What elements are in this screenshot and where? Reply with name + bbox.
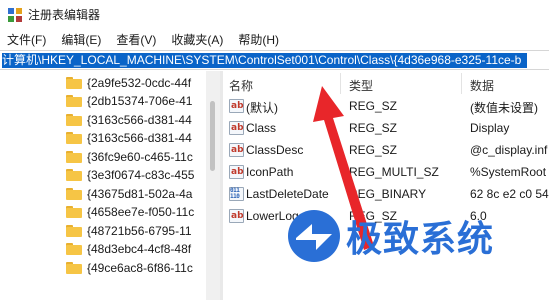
tree-item[interactable]: {2a9fe532-0cdc-44f (48, 74, 191, 92)
column-header-type[interactable]: 类型 (349, 77, 373, 94)
value-type: REG_MULTI_SZ (349, 165, 439, 179)
menu-help[interactable]: 帮助(H) (238, 31, 279, 48)
folder-icon (66, 188, 82, 200)
tree-item-label: {2db15374-706e-41 (87, 94, 193, 108)
value-name: LastDeleteDate (246, 187, 329, 201)
registry-editor-icon (8, 7, 22, 22)
menu-bar: 文件(F) 编辑(E) 查看(V) 收藏夹(A) 帮助(H) (0, 29, 549, 49)
tree-scrollbar[interactable] (206, 71, 220, 300)
value-name: Class (246, 121, 277, 135)
string-value-icon: ab (229, 121, 244, 135)
tree-item[interactable]: {49ce6ac8-6f86-11c (48, 259, 193, 277)
window-title: 注册表编辑器 (28, 8, 101, 22)
menu-edit[interactable]: 编辑(E) (61, 31, 101, 48)
address-path[interactable]: 计算机\HKEY_LOCAL_MACHINE\SYSTEM\ControlSet… (2, 53, 528, 68)
value-data: %SystemRoot (470, 165, 547, 179)
menu-view[interactable]: 查看(V) (116, 31, 156, 48)
folder-icon (66, 77, 82, 89)
string-value-icon: ab (229, 99, 244, 113)
value-name: ClassDesc (246, 143, 304, 157)
value-name: IconPath (246, 165, 294, 179)
tree-item[interactable]: {36fc9e60-c465-11c (48, 148, 193, 166)
folder-icon (66, 262, 82, 274)
tree-item[interactable]: {43675d81-502a-4a (48, 185, 192, 203)
tree-item-label: {36fc9e60-c465-11c (87, 150, 193, 164)
value-row[interactable]: ab IconPath REG_MULTI_SZ %SystemRoot (223, 162, 549, 183)
address-bar[interactable]: 计算机\HKEY_LOCAL_MACHINE\SYSTEM\ControlSet… (0, 50, 549, 70)
column-header-name[interactable]: 名称 (229, 77, 253, 94)
tree-item-label: {4658ee7e-f050-11c (87, 205, 195, 219)
value-row[interactable]: ab ClassDesc REG_SZ @c_display.inf (223, 140, 549, 161)
title-bar: 注册表编辑器 (0, 0, 549, 29)
watermark-logo-icon (288, 210, 340, 262)
folder-icon (66, 114, 82, 126)
menu-favorites[interactable]: 收藏夹(A) (171, 31, 223, 48)
value-data: (数值未设置) (470, 101, 538, 115)
menu-file[interactable]: 文件(F) (7, 31, 46, 48)
folder-icon (66, 151, 82, 163)
column-divider[interactable] (340, 73, 341, 94)
tree-item[interactable]: {48d3ebc4-4cf8-48f (48, 240, 191, 258)
key-tree[interactable]: {2a9fe532-0cdc-44f {2db15374-706e-41 {31… (0, 71, 206, 300)
folder-icon (66, 243, 82, 255)
value-row[interactable]: ab Class REG_SZ Display (223, 118, 549, 139)
column-divider[interactable] (461, 73, 462, 94)
tree-item-label: {48d3ebc4-4cf8-48f (87, 242, 192, 256)
tree-item[interactable]: {2db15374-706e-41 (48, 92, 192, 110)
tree-item[interactable]: {3e3f0674-c83c-455 (48, 166, 194, 184)
watermark-text: 极致系统 (346, 219, 495, 260)
tree-item[interactable]: {3163c566-d381-44 (48, 111, 192, 129)
tree-item-label: {3163c566-d381-44 (87, 131, 192, 145)
folder-icon (66, 132, 82, 144)
list-header: 名称 类型 数据 (223, 71, 549, 96)
value-data: 62 8c e2 c0 54 (470, 187, 549, 201)
folder-icon (66, 95, 82, 107)
folder-icon (66, 206, 82, 218)
string-value-icon: ab (229, 143, 244, 157)
tree-item-label: {48721b56-6795-11 (87, 224, 192, 238)
value-row[interactable]: 011 110 LastDeleteDate REG_BINARY 62 8c e… (223, 184, 549, 205)
tree-item-label: {43675d81-502a-4a (87, 187, 193, 201)
tree-item[interactable]: {48721b56-6795-11 (48, 222, 192, 240)
tree-scrollbar-thumb[interactable] (210, 101, 215, 171)
string-value-icon: ab (229, 209, 244, 223)
tree-item[interactable]: {3163c566-d381-44 (48, 129, 192, 147)
value-row[interactable]: ab (默认) REG_SZ (数值未设置) (223, 96, 549, 117)
tree-item-label: {3163c566-d381-44 (87, 113, 192, 127)
value-name: (默认) (246, 101, 278, 115)
binary-value-icon: 011 110 (229, 187, 244, 201)
tree-item-label: {49ce6ac8-6f86-11c (87, 261, 193, 275)
column-header-data[interactable]: 数据 (470, 77, 494, 94)
value-data: Display (470, 121, 510, 135)
watermark: 极致系统 (286, 206, 546, 266)
value-type: REG_BINARY (349, 187, 427, 201)
folder-icon (66, 169, 82, 181)
value-type: REG_SZ (349, 121, 398, 135)
value-data: @c_display.inf (470, 143, 548, 157)
value-type: REG_SZ (349, 99, 398, 113)
string-value-icon: ab (229, 165, 244, 179)
folder-icon (66, 225, 82, 237)
tree-item-label: {3e3f0674-c83c-455 (87, 168, 195, 182)
tree-item[interactable]: {4658ee7e-f050-11c (48, 203, 194, 221)
tree-item-label: {2a9fe532-0cdc-44f (87, 76, 192, 90)
value-type: REG_SZ (349, 143, 398, 157)
